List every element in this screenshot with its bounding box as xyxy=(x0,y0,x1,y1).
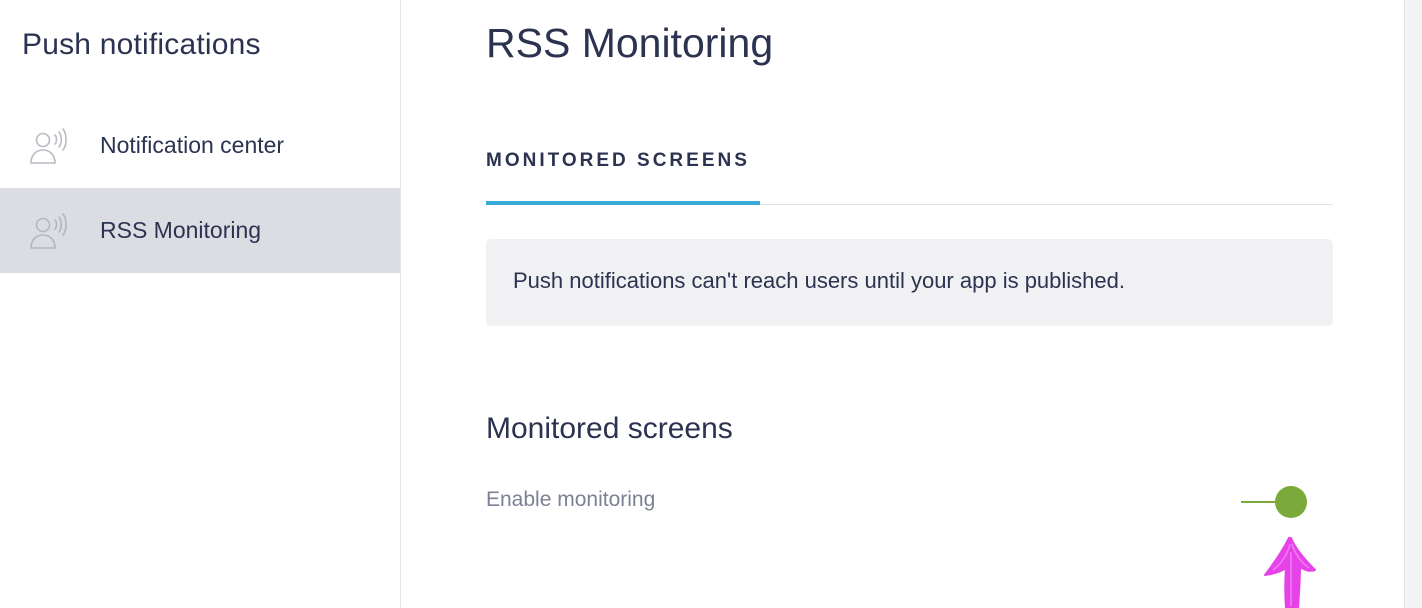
app-window: Push notifications Notification center R… xyxy=(0,0,1422,608)
toggle-knob xyxy=(1275,486,1307,518)
active-tab-indicator xyxy=(486,201,760,205)
enable-monitoring-label: Enable monitoring xyxy=(486,488,656,511)
main-content: RSS Monitoring MONITORED SCREENS Push no… xyxy=(401,0,1404,608)
sidebar-item-label: RSS Monitoring xyxy=(100,217,262,243)
tab-label: MONITORED SCREENS xyxy=(486,150,750,171)
tab-monitored-screens[interactable]: MONITORED SCREENS xyxy=(486,148,760,205)
enable-monitoring-toggle[interactable] xyxy=(1239,484,1311,520)
tab-bar: MONITORED SCREENS xyxy=(486,148,1333,205)
page-title: RSS Monitoring xyxy=(486,20,774,66)
broadcast-user-icon xyxy=(28,212,72,252)
sidebar: Push notifications Notification center R… xyxy=(0,0,401,608)
sidebar-item-label: Notification center xyxy=(100,132,285,158)
info-notice: Push notifications can't reach users unt… xyxy=(486,239,1333,326)
sidebar-item-notification-center[interactable]: Notification center xyxy=(0,103,400,188)
broadcast-user-icon xyxy=(28,127,72,167)
sidebar-item-rss-monitoring[interactable]: RSS Monitoring xyxy=(0,188,400,273)
annotation-arrow-icon xyxy=(1259,534,1323,608)
vertical-scrollbar[interactable] xyxy=(1404,0,1422,608)
sidebar-title: Push notifications xyxy=(22,28,261,61)
notice-text: Push notifications can't reach users unt… xyxy=(513,268,1125,293)
section-title: Monitored screens xyxy=(486,412,733,445)
